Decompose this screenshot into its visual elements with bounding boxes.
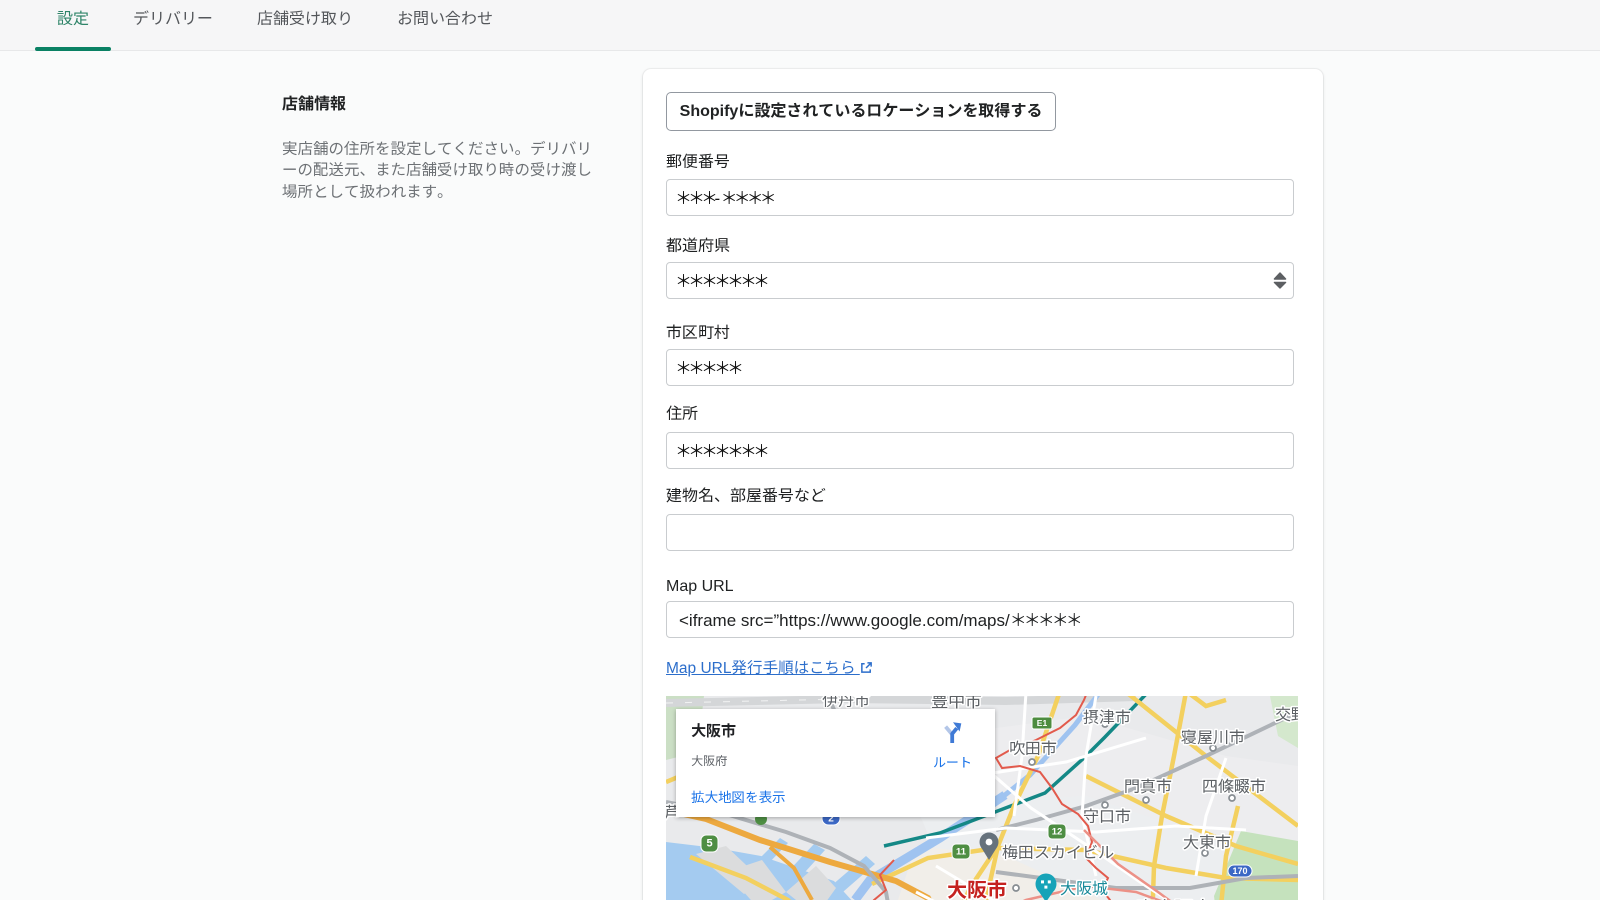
svg-text:交野市: 交野市: [1275, 701, 1298, 725]
svg-text:大阪市: 大阪市: [947, 874, 1007, 900]
svg-text:寝屋川市: 寝屋川市: [1181, 724, 1245, 748]
svg-text:12: 12: [1052, 827, 1063, 838]
svg-text:守口市: 守口市: [1083, 803, 1131, 827]
svg-text:摂津市: 摂津市: [1083, 704, 1131, 728]
svg-text:梅田スカイビル: 梅田スカイビル: [1002, 839, 1114, 863]
svg-text:170: 170: [1232, 866, 1247, 876]
svg-text:東大阪市: 東大阪市: [1136, 894, 1212, 900]
svg-text:大阪城: 大阪城: [1060, 875, 1108, 899]
svg-text:11: 11: [956, 847, 967, 858]
svg-text:大東市: 大東市: [1183, 829, 1231, 853]
svg-text:吹田市: 吹田市: [1009, 735, 1057, 759]
svg-text:門真市: 門真市: [1124, 773, 1172, 797]
svg-text:5: 5: [706, 838, 712, 850]
svg-text:四條畷市: 四條畷市: [1202, 773, 1266, 797]
svg-text:E1: E1: [1037, 718, 1048, 728]
